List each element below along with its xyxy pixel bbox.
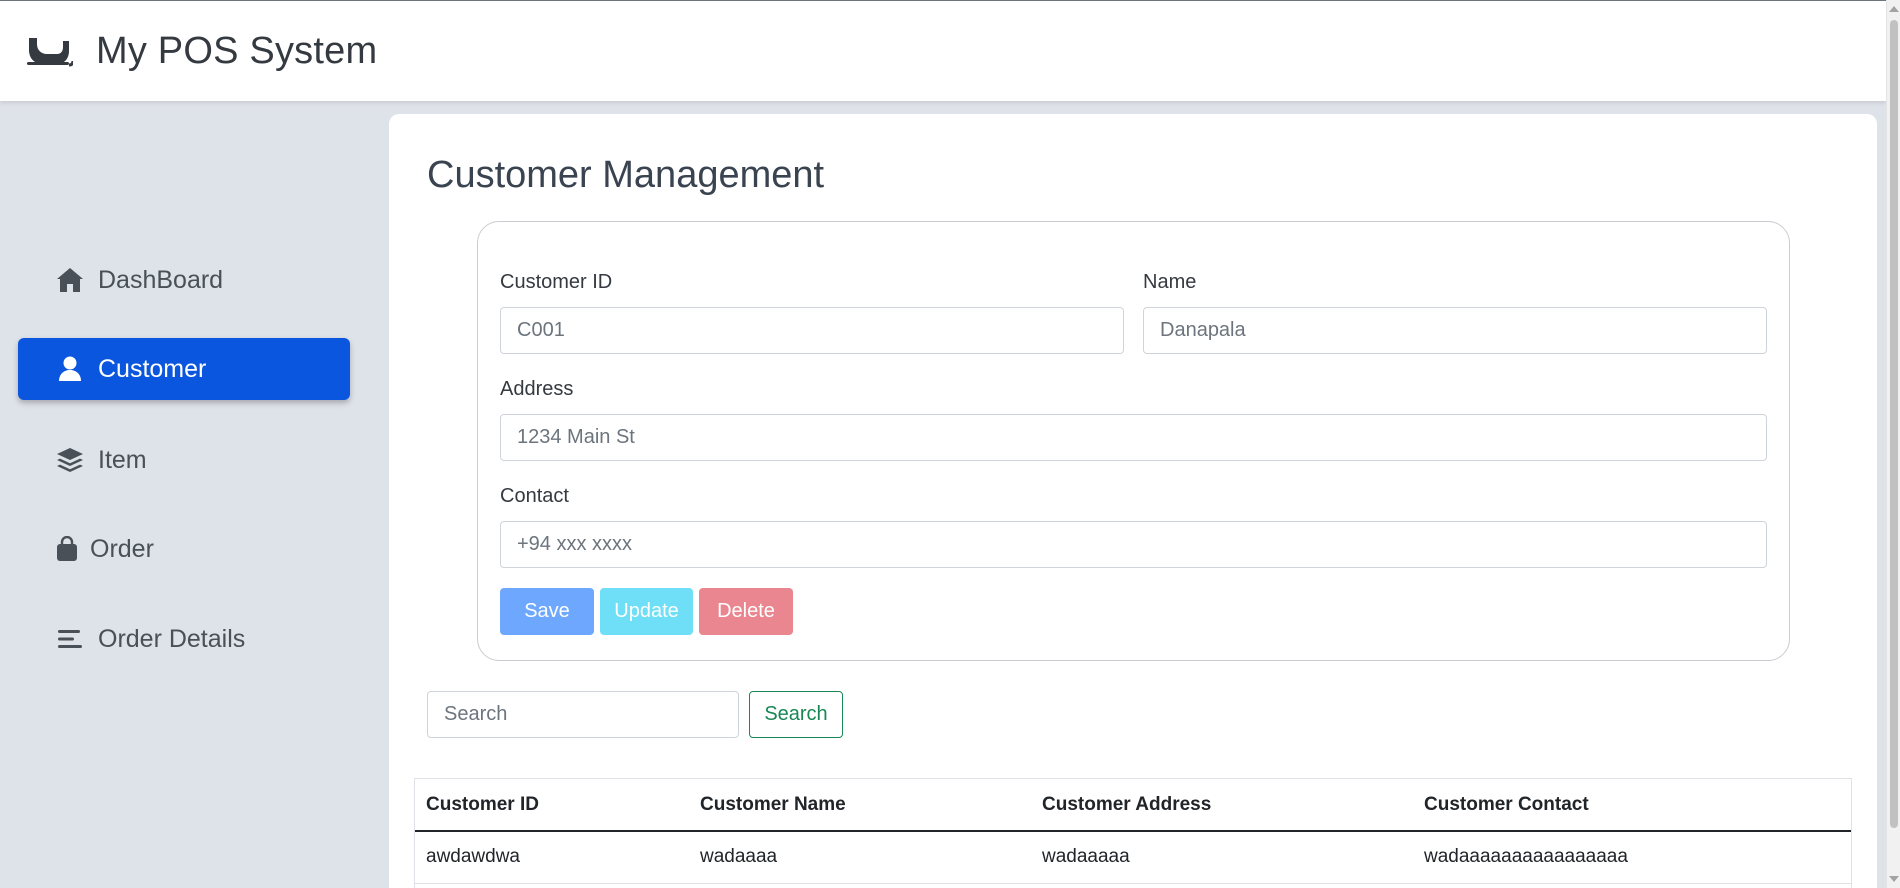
address-input[interactable]: [500, 414, 1767, 461]
column-header: Customer ID: [415, 779, 689, 832]
name-label: Name: [1143, 271, 1197, 293]
search-button[interactable]: Search: [749, 691, 843, 738]
vertical-scrollbar[interactable]: [1886, 0, 1900, 888]
save-button[interactable]: Save: [500, 588, 594, 635]
sidebar-item-label: DashBoard: [98, 265, 224, 294]
sidebar-item-label: Item: [98, 445, 147, 474]
update-button[interactable]: Update: [600, 588, 693, 635]
scroll-up-arrow-icon[interactable]: [1889, 6, 1899, 12]
customer-id-input[interactable]: [500, 307, 1124, 354]
search-input[interactable]: [427, 691, 739, 738]
sidebar: DashBoard Customer Item Order Order Deta…: [0, 101, 370, 888]
scroll-thumb[interactable]: [1890, 20, 1898, 828]
delete-button[interactable]: Delete: [699, 588, 793, 635]
customer-form: Customer ID Name Address Contact Save Up…: [477, 221, 1790, 661]
shopping-bag-icon: [56, 535, 78, 563]
main-content: Customer Management Customer ID Name Add…: [389, 114, 1877, 888]
address-label: Address: [500, 378, 574, 400]
contact-input[interactable]: [500, 521, 1767, 568]
sidebar-item-label: Customer: [98, 354, 207, 383]
column-header: Customer Name: [689, 779, 1031, 832]
home-icon: [56, 266, 84, 294]
customer-id-label: Customer ID: [500, 271, 613, 293]
sidebar-item-label: Order Details: [98, 624, 246, 653]
table-cell: wadaaaaaaaaaaaaaaaa: [1413, 831, 1851, 884]
scroll-down-arrow-icon[interactable]: [1889, 876, 1899, 882]
sidebar-item-customer[interactable]: Customer: [18, 338, 350, 400]
table-header-row: Customer ID Customer Name Customer Addre…: [415, 779, 1851, 832]
layers-icon: [56, 446, 84, 474]
user-icon: [56, 355, 84, 383]
sidebar-item-dashboard[interactable]: DashBoard: [18, 249, 350, 311]
top-navbar: My POS System: [0, 0, 1886, 101]
table-cell: wadaaaaa: [1031, 831, 1413, 884]
contact-label: Contact: [500, 485, 569, 507]
table-cell: wadaaaa: [689, 831, 1031, 884]
app-title: My POS System: [96, 29, 378, 72]
table-cell: awdawdwa: [415, 831, 689, 884]
name-input[interactable]: [1143, 307, 1767, 354]
sleigh-icon: [24, 31, 74, 71]
sidebar-item-label: Order: [90, 534, 154, 563]
sidebar-item-item[interactable]: Item: [18, 429, 350, 491]
sidebar-item-order[interactable]: Order: [18, 518, 350, 580]
app-window: My POS System DashBoard Customer Item Or…: [0, 0, 1900, 888]
page-title: Customer Management: [427, 154, 825, 196]
bars-icon: [56, 625, 84, 653]
column-header: Customer Contact: [1413, 779, 1851, 832]
column-header: Customer Address: [1031, 779, 1413, 832]
table-row[interactable]: awdawdwa wadaaaa wadaaaaa wadaaaaaaaaaaa…: [415, 831, 1851, 884]
sidebar-item-order-details[interactable]: Order Details: [18, 608, 350, 670]
customer-table: Customer ID Customer Name Customer Addre…: [414, 778, 1852, 888]
